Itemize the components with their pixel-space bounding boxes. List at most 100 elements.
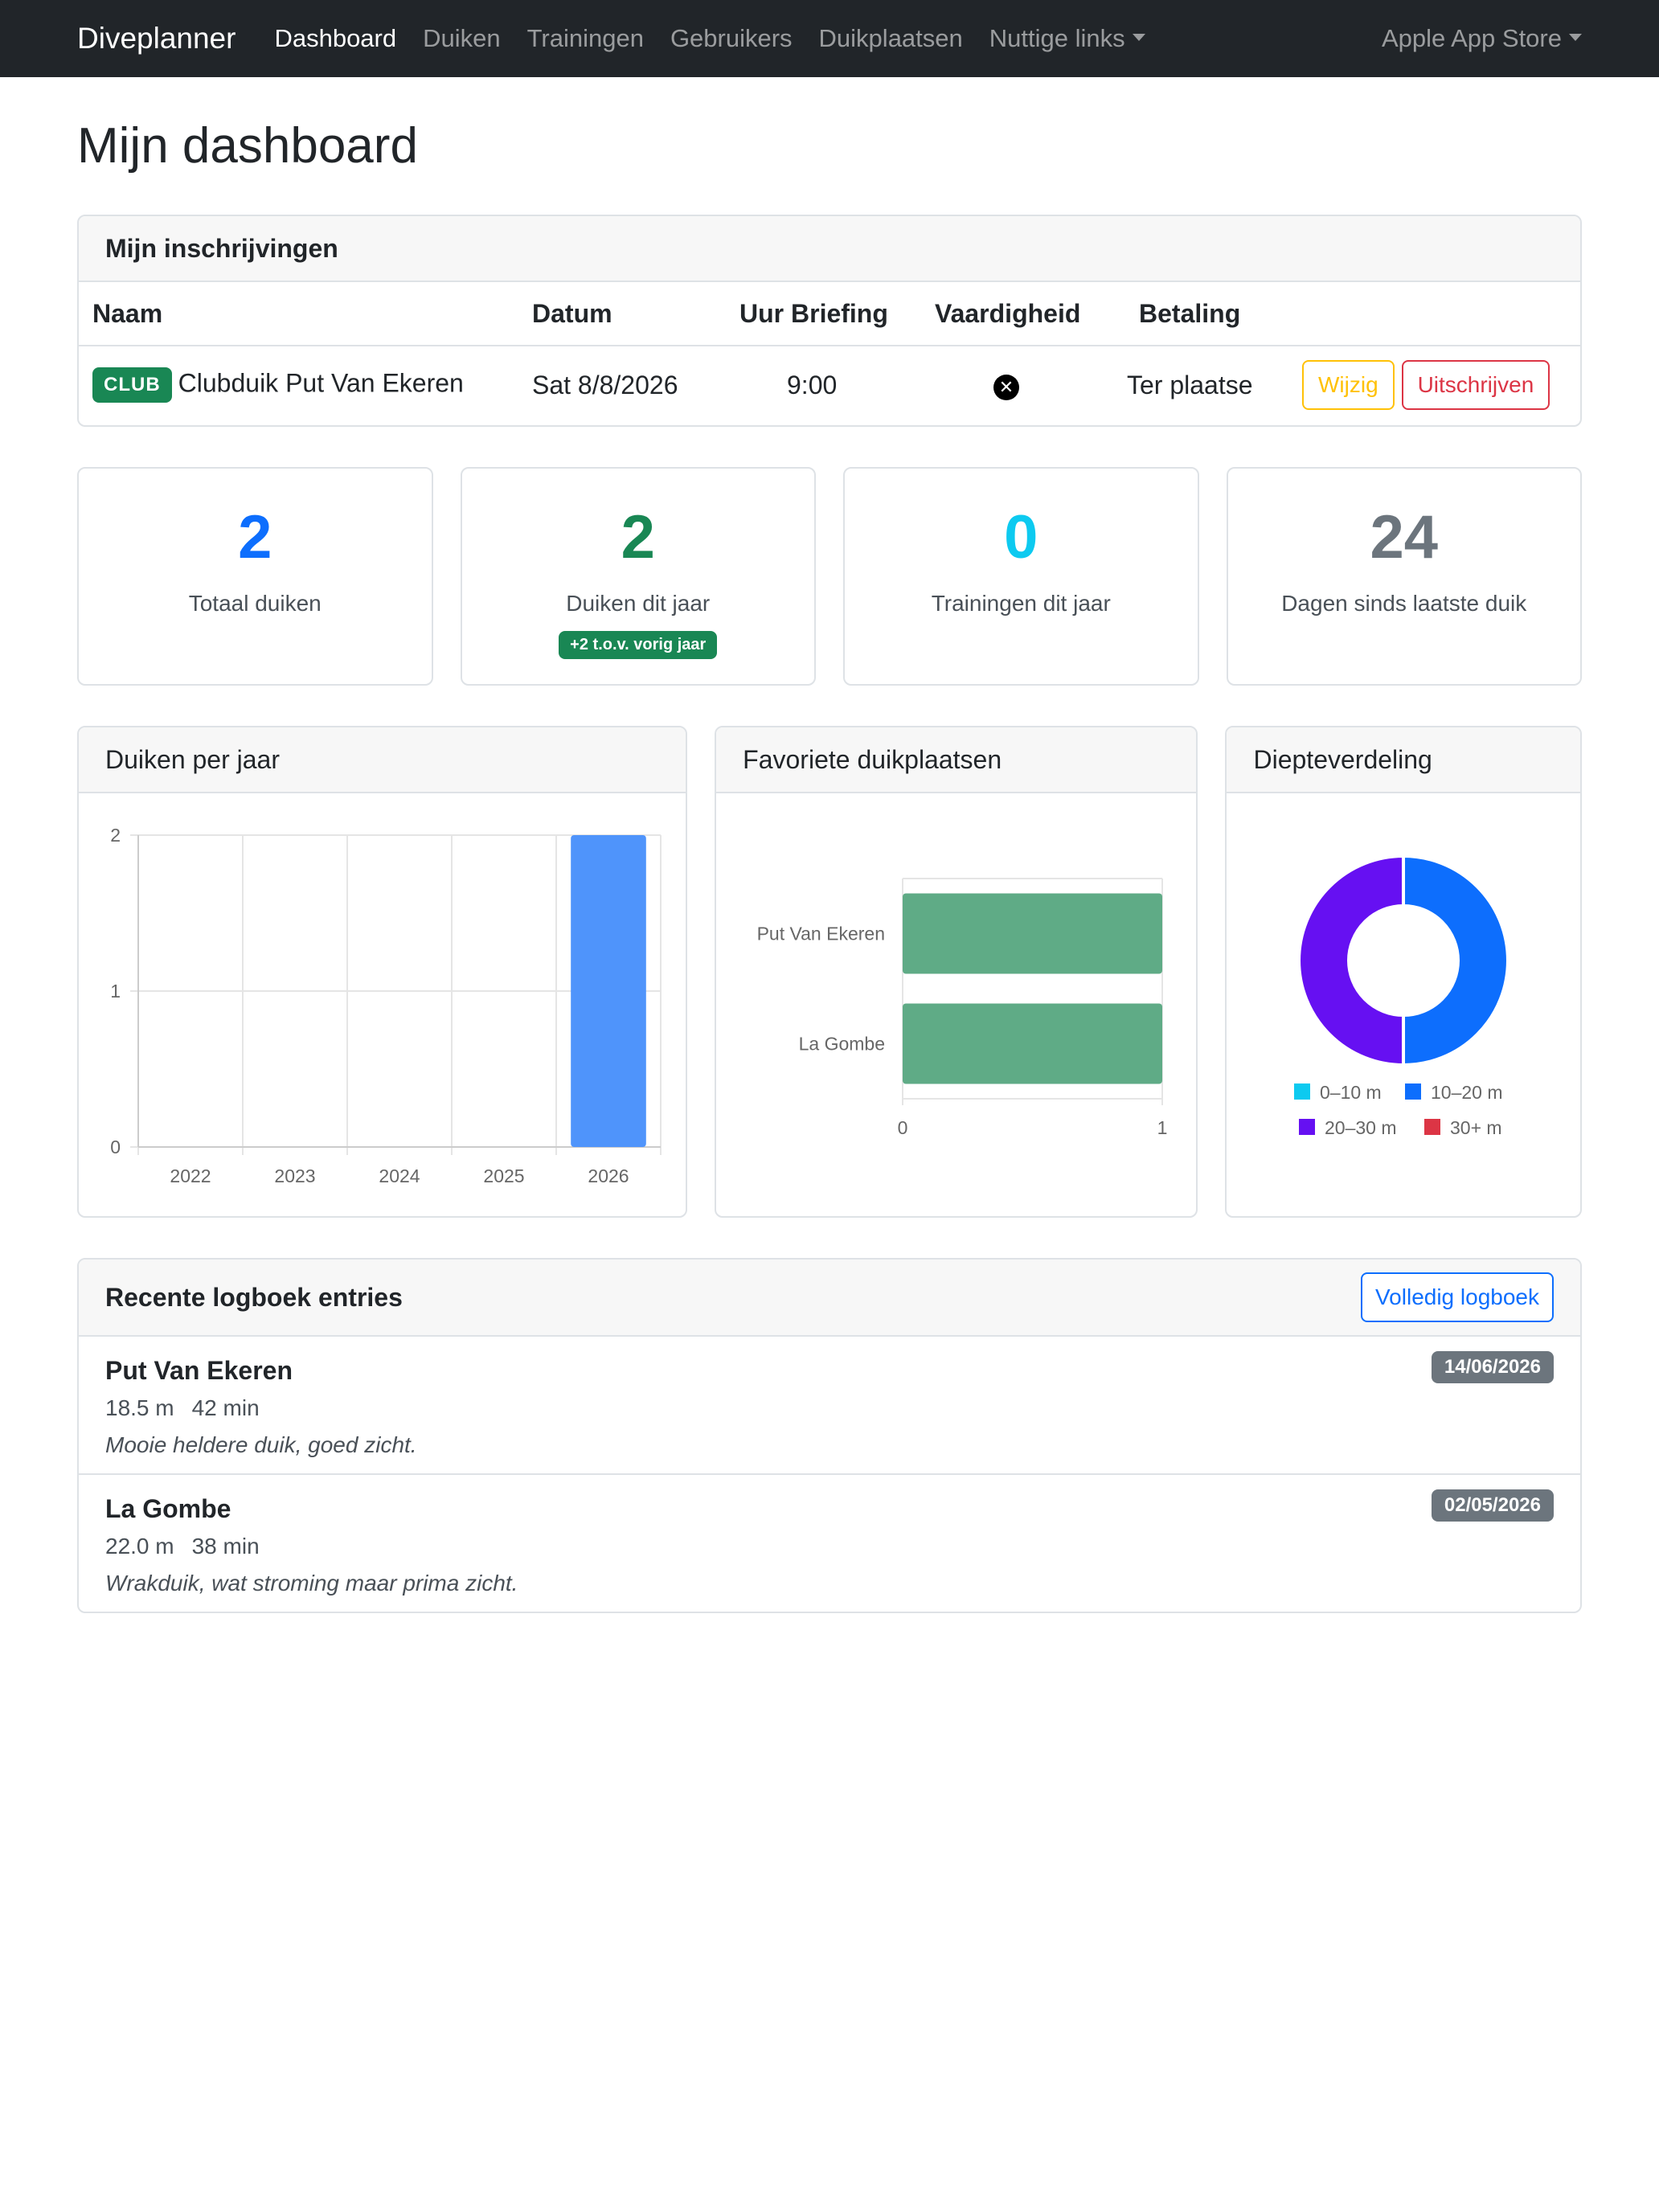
registration-date: Sat 8/8/2026 bbox=[532, 370, 678, 399]
nav-duiken[interactable]: Duiken bbox=[423, 24, 501, 53]
bar bbox=[903, 1003, 1163, 1084]
doughnut-slice bbox=[1402, 854, 1510, 1067]
x-tick-label: 2022 bbox=[170, 1165, 211, 1186]
nav-nuttige-links-dropdown[interactable]: Nuttige links bbox=[989, 24, 1145, 53]
unsubscribe-button[interactable]: Uitschrijven bbox=[1401, 360, 1550, 410]
club-badge: CLUB bbox=[92, 367, 172, 403]
charts-row: Duiken per jaar 0 1 2 2022 2023 2024 2025 2026 … bbox=[77, 726, 1582, 1218]
stat-label: Duiken dit jaar bbox=[566, 591, 711, 616]
x-tick-label: 2026 bbox=[588, 1165, 629, 1186]
registration-name-cell: CLUB Clubduik Put Van Ekeren bbox=[92, 367, 464, 403]
legend-label: 0–10 m bbox=[1320, 1082, 1382, 1103]
nav-nuttige-links-label: Nuttige links bbox=[989, 24, 1125, 52]
log-depth: 22.0 m bbox=[105, 1534, 174, 1559]
registration-actions: Wijzig Uitschrijven bbox=[1302, 360, 1550, 410]
log-site: La Gombe bbox=[105, 1494, 231, 1523]
nav-app-store-dropdown[interactable]: Apple App Store bbox=[1382, 24, 1582, 53]
stat-label: Dagen sinds laatste duik bbox=[1281, 591, 1527, 616]
main-container: Mijn dashboard Mijn inschrijvingen Naam … bbox=[0, 117, 1659, 1613]
legend-label: 30+ m bbox=[1450, 1117, 1502, 1138]
table-row: CLUB Clubduik Put Van Ekeren Sat 8/8/2026… bbox=[79, 346, 1580, 424]
column-header-datum: Datum bbox=[532, 298, 612, 328]
chart-title: Favoriete duikplaatsen bbox=[716, 727, 1197, 793]
log-note: Mooie heldere duik, goed zicht. bbox=[105, 1432, 417, 1457]
stat-card-total-dives: 2 Totaal duiken bbox=[77, 467, 433, 686]
registrations-table: Naam Datum Uur Briefing Vaardigheid Beta… bbox=[79, 282, 1580, 424]
bar bbox=[903, 893, 1163, 974]
stat-value: 2 bbox=[238, 503, 272, 571]
navbar: Diveplanner Dashboard Duiken Trainingen … bbox=[0, 0, 1659, 77]
y-tick-label: La Gombe bbox=[799, 1034, 885, 1055]
list-item[interactable]: Put Van Ekeren 18.5 m 42 min Mooie helder… bbox=[79, 1337, 1580, 1475]
depth-distribution-card: Diepteverdeling 0–10 m 10–20 m 20–30 m 30+ … bbox=[1225, 726, 1582, 1218]
column-header-naam: Naam bbox=[92, 298, 163, 328]
chart-title: Diepteverdeling bbox=[1227, 727, 1580, 793]
y-tick-label: 1 bbox=[110, 981, 121, 1002]
column-header-vaardigheid: Vaardigheid bbox=[935, 298, 1081, 328]
log-date-badge: 02/05/2026 bbox=[1431, 1489, 1554, 1522]
nav-dashboard[interactable]: Dashboard bbox=[274, 24, 396, 53]
legend-swatch bbox=[1294, 1083, 1311, 1100]
nav-trainingen[interactable]: Trainingen bbox=[527, 24, 644, 53]
legend-label: 20–30 m bbox=[1325, 1117, 1397, 1138]
stat-value: 0 bbox=[1004, 503, 1038, 571]
skill-cell: ✕ bbox=[993, 370, 1019, 400]
nav-gebruikers[interactable]: Gebruikers bbox=[670, 24, 793, 53]
caret-down-icon bbox=[1569, 34, 1582, 42]
nav-app-store-label: Apple App Store bbox=[1381, 24, 1562, 52]
depth-distribution-chart: 0–10 m 10–20 m 20–30 m 30+ m bbox=[1294, 854, 1510, 1138]
x-tick-label: 2024 bbox=[379, 1165, 420, 1186]
log-date-badge: 14/06/2026 bbox=[1431, 1351, 1554, 1383]
stat-label: Trainingen dit jaar bbox=[931, 591, 1111, 616]
log-meta: 22.0 m 38 min bbox=[105, 1534, 1554, 1559]
doughnut-slice bbox=[1297, 854, 1406, 1067]
stat-value: 2 bbox=[621, 503, 655, 571]
y-tick-label: Put Van Ekeren bbox=[757, 924, 885, 944]
bar bbox=[571, 835, 646, 1147]
x-tick-label: 2023 bbox=[274, 1165, 315, 1186]
x-tick-label: 2025 bbox=[483, 1165, 524, 1186]
stat-value: 24 bbox=[1370, 503, 1439, 571]
page-title: Mijn dashboard bbox=[77, 118, 418, 174]
edit-button[interactable]: Wijzig bbox=[1302, 360, 1395, 410]
stat-label: Totaal duiken bbox=[188, 591, 322, 616]
list-item[interactable]: La Gombe 22.0 m 38 min Wrakduik, wat stro… bbox=[79, 1475, 1580, 1612]
column-header-briefing: Uur Briefing bbox=[739, 298, 888, 328]
caret-down-icon bbox=[1132, 34, 1145, 42]
log-note: Wrakduik, wat stroming maar prima zicht. bbox=[105, 1571, 518, 1596]
dives-per-year-chart: 0 1 2 2022 2023 2024 2025 2026 bbox=[110, 825, 662, 1186]
dives-per-year-card: Duiken per jaar 0 1 2 2022 2023 2024 2025 2026 bbox=[77, 726, 688, 1218]
log-meta: 18.5 m 42 min bbox=[105, 1395, 1554, 1421]
registration-name: Clubduik Put Van Ekeren bbox=[178, 368, 464, 398]
log-site: Put Van Ekeren bbox=[105, 1356, 293, 1385]
favorite-sites-chart: 0 1 Put Van Ekeren La Gombe bbox=[757, 878, 1168, 1138]
favorite-sites-chart-body: 0 1 Put Van Ekeren La Gombe bbox=[716, 793, 1196, 1216]
nav-duikplaatsen[interactable]: Duikplaatsen bbox=[819, 24, 963, 53]
x-tick-label: 0 bbox=[898, 1117, 908, 1138]
x-tick-label: 1 bbox=[1157, 1117, 1168, 1138]
registrations-header: Mijn inschrijvingen bbox=[79, 216, 1580, 282]
chart-title: Duiken per jaar bbox=[79, 727, 686, 793]
y-tick-label: 0 bbox=[110, 1137, 121, 1157]
brand-link[interactable]: Diveplanner bbox=[77, 22, 236, 55]
legend-swatch bbox=[1299, 1119, 1316, 1135]
legend-swatch bbox=[1405, 1083, 1422, 1100]
log-duration: 38 min bbox=[191, 1534, 260, 1559]
stats-row: 2 Totaal duiken 2 Duiken dit jaar +2 t.o… bbox=[77, 467, 1582, 686]
log-duration: 42 min bbox=[191, 1395, 260, 1420]
registration-briefing: 9:00 bbox=[787, 370, 838, 399]
log-depth: 18.5 m bbox=[105, 1395, 174, 1420]
table-header-row: Naam Datum Uur Briefing Vaardigheid Beta… bbox=[79, 282, 1580, 346]
logbook-card: Recente logboek entries Volledig logboek… bbox=[77, 1258, 1582, 1613]
logbook-title: Recente logboek entries bbox=[105, 1282, 403, 1312]
full-logbook-button[interactable]: Volledig logboek bbox=[1361, 1272, 1554, 1322]
delta-badge: +2 t.o.v. vorig jaar bbox=[559, 631, 718, 659]
registration-payment: Ter plaatse bbox=[1127, 370, 1253, 399]
logbook-header: Recente logboek entries Volledig logboek bbox=[79, 1260, 1580, 1337]
stat-card-days-since-last-dive: 24 Dagen sinds laatste duik bbox=[1226, 467, 1582, 686]
column-header-betaling: Betaling bbox=[1139, 298, 1241, 328]
stat-card-trainings-this-year: 0 Trainingen dit jaar bbox=[843, 467, 1199, 686]
stat-card-dives-this-year: 2 Duiken dit jaar +2 t.o.v. vorig jaar bbox=[460, 467, 816, 686]
y-tick-label: 2 bbox=[110, 825, 121, 846]
depth-distribution-chart-body: 0–10 m 10–20 m 20–30 m 30+ m bbox=[1227, 793, 1580, 1216]
